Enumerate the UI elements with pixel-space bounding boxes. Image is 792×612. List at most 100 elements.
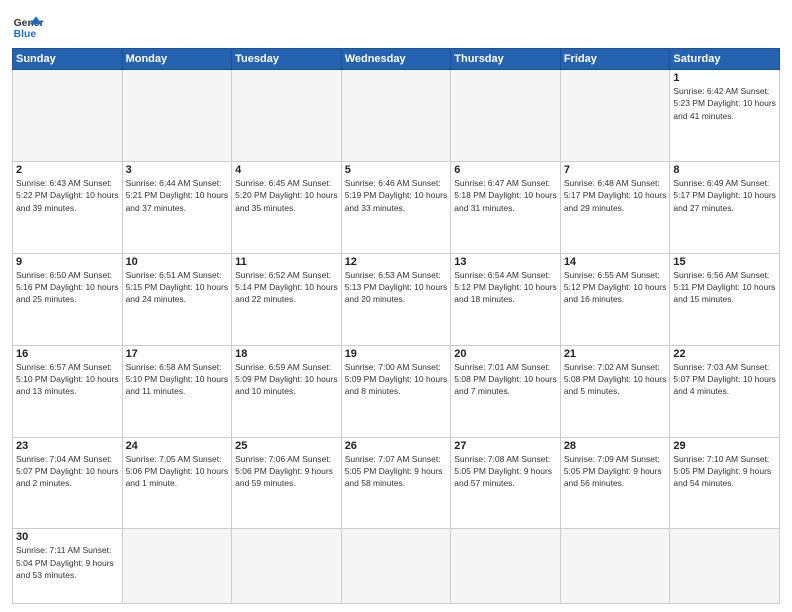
- day-number: 17: [126, 348, 229, 360]
- day-number: 7: [564, 164, 667, 176]
- calendar-cell: 24Sunrise: 7:05 AM Sunset: 5:06 PM Dayli…: [122, 437, 232, 529]
- calendar-cell: [341, 529, 451, 604]
- calendar-cell: 8Sunrise: 6:49 AM Sunset: 5:17 PM Daylig…: [670, 161, 780, 253]
- calendar-week-row: 30Sunrise: 7:11 AM Sunset: 5:04 PM Dayli…: [13, 529, 780, 604]
- day-info: Sunrise: 6:53 AM Sunset: 5:13 PM Dayligh…: [345, 269, 448, 306]
- day-info: Sunrise: 7:10 AM Sunset: 5:05 PM Dayligh…: [673, 453, 776, 490]
- calendar-cell: [13, 70, 123, 162]
- calendar-cell: 26Sunrise: 7:07 AM Sunset: 5:05 PM Dayli…: [341, 437, 451, 529]
- svg-text:Blue: Blue: [14, 29, 37, 40]
- calendar-cell: [341, 70, 451, 162]
- day-info: Sunrise: 7:01 AM Sunset: 5:08 PM Dayligh…: [454, 361, 557, 398]
- calendar-cell: 23Sunrise: 7:04 AM Sunset: 5:07 PM Dayli…: [13, 437, 123, 529]
- calendar-cell: [560, 529, 670, 604]
- day-info: Sunrise: 7:05 AM Sunset: 5:06 PM Dayligh…: [126, 453, 229, 490]
- day-number: 18: [235, 348, 338, 360]
- day-info: Sunrise: 6:45 AM Sunset: 5:20 PM Dayligh…: [235, 177, 338, 214]
- day-info: Sunrise: 6:50 AM Sunset: 5:16 PM Dayligh…: [16, 269, 119, 306]
- calendar-cell: 17Sunrise: 6:58 AM Sunset: 5:10 PM Dayli…: [122, 345, 232, 437]
- day-info: Sunrise: 6:55 AM Sunset: 5:12 PM Dayligh…: [564, 269, 667, 306]
- day-info: Sunrise: 7:09 AM Sunset: 5:05 PM Dayligh…: [564, 453, 667, 490]
- calendar-cell: 28Sunrise: 7:09 AM Sunset: 5:05 PM Dayli…: [560, 437, 670, 529]
- day-info: Sunrise: 7:03 AM Sunset: 5:07 PM Dayligh…: [673, 361, 776, 398]
- day-number: 20: [454, 348, 557, 360]
- calendar-header-row: SundayMondayTuesdayWednesdayThursdayFrid…: [13, 49, 780, 70]
- day-info: Sunrise: 6:59 AM Sunset: 5:09 PM Dayligh…: [235, 361, 338, 398]
- calendar-cell: 27Sunrise: 7:08 AM Sunset: 5:05 PM Dayli…: [451, 437, 561, 529]
- day-number: 27: [454, 440, 557, 452]
- day-number: 16: [16, 348, 119, 360]
- day-info: Sunrise: 6:56 AM Sunset: 5:11 PM Dayligh…: [673, 269, 776, 306]
- calendar-cell: [670, 529, 780, 604]
- calendar-cell: 14Sunrise: 6:55 AM Sunset: 5:12 PM Dayli…: [560, 253, 670, 345]
- day-number: 13: [454, 256, 557, 268]
- calendar-cell: 7Sunrise: 6:48 AM Sunset: 5:17 PM Daylig…: [560, 161, 670, 253]
- calendar-cell: 19Sunrise: 7:00 AM Sunset: 5:09 PM Dayli…: [341, 345, 451, 437]
- day-number: 26: [345, 440, 448, 452]
- col-header-wednesday: Wednesday: [341, 49, 451, 70]
- day-number: 6: [454, 164, 557, 176]
- calendar-cell: 6Sunrise: 6:47 AM Sunset: 5:18 PM Daylig…: [451, 161, 561, 253]
- day-number: 9: [16, 256, 119, 268]
- calendar-week-row: 2Sunrise: 6:43 AM Sunset: 5:22 PM Daylig…: [13, 161, 780, 253]
- day-number: 29: [673, 440, 776, 452]
- col-header-monday: Monday: [122, 49, 232, 70]
- calendar-cell: 9Sunrise: 6:50 AM Sunset: 5:16 PM Daylig…: [13, 253, 123, 345]
- day-info: Sunrise: 7:04 AM Sunset: 5:07 PM Dayligh…: [16, 453, 119, 490]
- day-info: Sunrise: 6:44 AM Sunset: 5:21 PM Dayligh…: [126, 177, 229, 214]
- day-info: Sunrise: 6:43 AM Sunset: 5:22 PM Dayligh…: [16, 177, 119, 214]
- day-number: 23: [16, 440, 119, 452]
- day-info: Sunrise: 7:06 AM Sunset: 5:06 PM Dayligh…: [235, 453, 338, 490]
- day-number: 21: [564, 348, 667, 360]
- calendar-cell: 29Sunrise: 7:10 AM Sunset: 5:05 PM Dayli…: [670, 437, 780, 529]
- col-header-tuesday: Tuesday: [232, 49, 342, 70]
- calendar-cell: [122, 70, 232, 162]
- calendar-cell: 10Sunrise: 6:51 AM Sunset: 5:15 PM Dayli…: [122, 253, 232, 345]
- calendar-week-row: 23Sunrise: 7:04 AM Sunset: 5:07 PM Dayli…: [13, 437, 780, 529]
- day-info: Sunrise: 7:11 AM Sunset: 5:04 PM Dayligh…: [16, 544, 119, 581]
- calendar-week-row: 16Sunrise: 6:57 AM Sunset: 5:10 PM Dayli…: [13, 345, 780, 437]
- day-info: Sunrise: 7:02 AM Sunset: 5:08 PM Dayligh…: [564, 361, 667, 398]
- day-number: 1: [673, 72, 776, 84]
- col-header-saturday: Saturday: [670, 49, 780, 70]
- calendar-cell: 15Sunrise: 6:56 AM Sunset: 5:11 PM Dayli…: [670, 253, 780, 345]
- day-number: 22: [673, 348, 776, 360]
- calendar-cell: [560, 70, 670, 162]
- calendar-table: SundayMondayTuesdayWednesdayThursdayFrid…: [12, 48, 780, 604]
- calendar-cell: 16Sunrise: 6:57 AM Sunset: 5:10 PM Dayli…: [13, 345, 123, 437]
- calendar-cell: [232, 529, 342, 604]
- header: General Blue: [12, 10, 780, 42]
- calendar-cell: 22Sunrise: 7:03 AM Sunset: 5:07 PM Dayli…: [670, 345, 780, 437]
- day-number: 10: [126, 256, 229, 268]
- day-number: 3: [126, 164, 229, 176]
- day-number: 28: [564, 440, 667, 452]
- calendar-cell: 21Sunrise: 7:02 AM Sunset: 5:08 PM Dayli…: [560, 345, 670, 437]
- col-header-sunday: Sunday: [13, 49, 123, 70]
- col-header-friday: Friday: [560, 49, 670, 70]
- calendar-cell: 25Sunrise: 7:06 AM Sunset: 5:06 PM Dayli…: [232, 437, 342, 529]
- calendar-cell: 5Sunrise: 6:46 AM Sunset: 5:19 PM Daylig…: [341, 161, 451, 253]
- day-number: 12: [345, 256, 448, 268]
- calendar-cell: 4Sunrise: 6:45 AM Sunset: 5:20 PM Daylig…: [232, 161, 342, 253]
- calendar-cell: [451, 529, 561, 604]
- day-number: 2: [16, 164, 119, 176]
- day-number: 14: [564, 256, 667, 268]
- day-number: 30: [16, 531, 119, 543]
- calendar-cell: 18Sunrise: 6:59 AM Sunset: 5:09 PM Dayli…: [232, 345, 342, 437]
- day-number: 5: [345, 164, 448, 176]
- calendar-cell: [451, 70, 561, 162]
- page: General Blue SundayMondayTuesdayWednesda…: [0, 0, 792, 612]
- calendar-cell: 13Sunrise: 6:54 AM Sunset: 5:12 PM Dayli…: [451, 253, 561, 345]
- day-number: 15: [673, 256, 776, 268]
- day-info: Sunrise: 6:58 AM Sunset: 5:10 PM Dayligh…: [126, 361, 229, 398]
- day-info: Sunrise: 6:48 AM Sunset: 5:17 PM Dayligh…: [564, 177, 667, 214]
- logo-icon: General Blue: [12, 10, 44, 42]
- day-info: Sunrise: 6:47 AM Sunset: 5:18 PM Dayligh…: [454, 177, 557, 214]
- day-info: Sunrise: 6:42 AM Sunset: 5:23 PM Dayligh…: [673, 85, 776, 122]
- calendar-week-row: 9Sunrise: 6:50 AM Sunset: 5:16 PM Daylig…: [13, 253, 780, 345]
- logo: General Blue: [12, 10, 44, 42]
- day-number: 25: [235, 440, 338, 452]
- calendar-cell: 2Sunrise: 6:43 AM Sunset: 5:22 PM Daylig…: [13, 161, 123, 253]
- calendar-cell: 11Sunrise: 6:52 AM Sunset: 5:14 PM Dayli…: [232, 253, 342, 345]
- calendar-cell: [232, 70, 342, 162]
